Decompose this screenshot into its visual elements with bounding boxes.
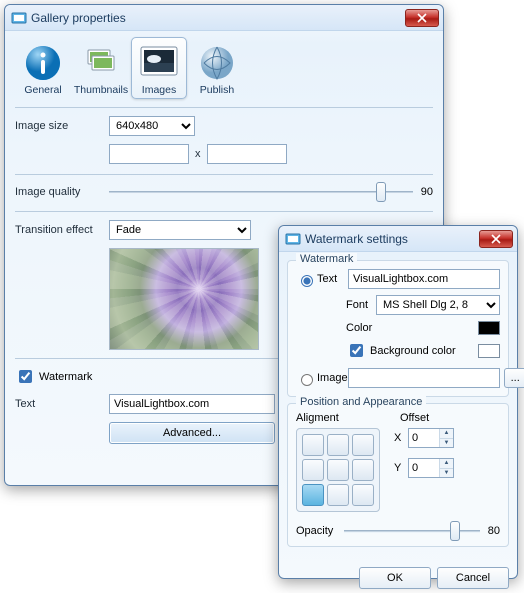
watermark-image-input[interactable] xyxy=(348,368,500,388)
publish-icon xyxy=(197,44,237,82)
chevron-down-icon[interactable]: ▼ xyxy=(440,469,453,478)
close-button[interactable] xyxy=(479,230,513,248)
app-icon xyxy=(11,10,27,26)
close-button[interactable] xyxy=(405,9,439,27)
quality-label: Image quality xyxy=(15,186,109,198)
image-size-label: Image size xyxy=(15,120,109,132)
size-x-label: x xyxy=(195,148,201,160)
divider xyxy=(15,174,433,175)
chevron-up-icon[interactable]: ▲ xyxy=(440,459,453,469)
offset-y-spinner[interactable]: ▲▼ xyxy=(408,458,454,478)
watermark-checkbox-input[interactable] xyxy=(19,370,32,383)
offset-y-label: Y xyxy=(394,462,408,474)
info-icon xyxy=(23,44,63,82)
alignment-label: Aligment xyxy=(296,412,382,424)
font-label: Font xyxy=(346,299,376,311)
align-cell-mc[interactable] xyxy=(327,459,349,481)
app-icon xyxy=(285,231,301,247)
ok-button[interactable]: OK xyxy=(359,567,431,589)
offset-x-label: X xyxy=(394,432,408,444)
tab-bar: General Thumbnails Images Publish xyxy=(15,37,433,103)
tab-images-label: Images xyxy=(142,84,176,96)
watermark-text-value-input[interactable] xyxy=(348,269,500,289)
bgcolor-label: Background color xyxy=(370,345,456,357)
watermark-checkbox-label: Watermark xyxy=(39,371,92,383)
offset-x-spinner[interactable]: ▲▼ xyxy=(408,428,454,448)
align-cell-tl[interactable] xyxy=(302,434,324,456)
bgcolor-swatch[interactable] xyxy=(478,344,500,358)
quality-value: 90 xyxy=(421,186,433,198)
align-cell-tc[interactable] xyxy=(327,434,349,456)
watermark-image-radio[interactable] xyxy=(301,374,313,386)
chevron-down-icon[interactable]: ▼ xyxy=(440,439,453,448)
position-group-legend: Position and Appearance xyxy=(296,396,426,408)
tab-thumbnails[interactable]: Thumbnails xyxy=(73,37,129,99)
align-cell-bl[interactable] xyxy=(302,484,324,506)
align-cell-bc[interactable] xyxy=(327,484,349,506)
tab-general-label: General xyxy=(24,84,61,96)
watermark-text-input[interactable] xyxy=(109,394,275,414)
align-cell-ml[interactable] xyxy=(302,459,324,481)
tab-thumbnails-label: Thumbnails xyxy=(74,84,128,96)
color-label: Color xyxy=(346,322,478,334)
gallery-title: Gallery properties xyxy=(31,11,405,25)
color-swatch[interactable] xyxy=(478,321,500,335)
divider xyxy=(15,211,433,212)
align-cell-tr[interactable] xyxy=(352,434,374,456)
browse-button[interactable]: ... xyxy=(504,368,524,388)
transition-select[interactable]: Fade xyxy=(109,220,251,240)
watermark-text-radio[interactable] xyxy=(301,275,313,287)
watermark-title: Watermark settings xyxy=(305,232,479,246)
tab-publish[interactable]: Publish xyxy=(189,37,245,99)
gallery-titlebar[interactable]: Gallery properties xyxy=(5,5,443,31)
chevron-up-icon[interactable]: ▲ xyxy=(440,429,453,439)
bgcolor-checkbox-input[interactable] xyxy=(350,344,363,357)
align-cell-br[interactable] xyxy=(352,484,374,506)
align-cell-mr[interactable] xyxy=(352,459,374,481)
bgcolor-checkbox[interactable]: Background color xyxy=(346,341,478,360)
watermark-text-radio-label: Text xyxy=(317,273,348,285)
image-size-select[interactable]: 640x480 xyxy=(109,116,195,136)
quality-slider[interactable] xyxy=(109,183,413,201)
opacity-value: 80 xyxy=(488,525,500,537)
offset-y-input[interactable] xyxy=(409,459,439,477)
watermark-group: Watermark Text Font MS Shell Dlg 2, 8 Co… xyxy=(287,260,509,397)
advanced-button[interactable]: Advanced... xyxy=(109,422,275,444)
divider xyxy=(15,107,433,108)
font-select[interactable]: MS Shell Dlg 2, 8 xyxy=(376,295,500,315)
watermark-settings-window: Watermark settings Watermark Text Font M… xyxy=(278,225,518,579)
image-height-input[interactable] xyxy=(207,144,287,164)
transition-preview xyxy=(109,248,259,350)
opacity-label: Opacity xyxy=(296,525,344,537)
cancel-button[interactable]: Cancel xyxy=(437,567,509,589)
watermark-image-radio-label: Image xyxy=(317,372,348,384)
tab-publish-label: Publish xyxy=(200,84,234,96)
text-label: Text xyxy=(15,398,109,410)
offset-x-input[interactable] xyxy=(409,429,439,447)
watermark-titlebar[interactable]: Watermark settings xyxy=(279,226,517,252)
thumbnails-icon xyxy=(81,44,121,82)
tab-images[interactable]: Images xyxy=(131,37,187,99)
opacity-slider[interactable] xyxy=(344,522,480,540)
tab-general[interactable]: General xyxy=(15,37,71,99)
image-width-input[interactable] xyxy=(109,144,189,164)
alignment-grid[interactable] xyxy=(296,428,380,512)
position-group: Position and Appearance Aligment Offset xyxy=(287,403,509,547)
images-icon xyxy=(139,44,179,82)
offset-label: Offset xyxy=(400,412,429,424)
transition-label: Transition effect xyxy=(15,224,109,236)
watermark-group-legend: Watermark xyxy=(296,253,357,265)
